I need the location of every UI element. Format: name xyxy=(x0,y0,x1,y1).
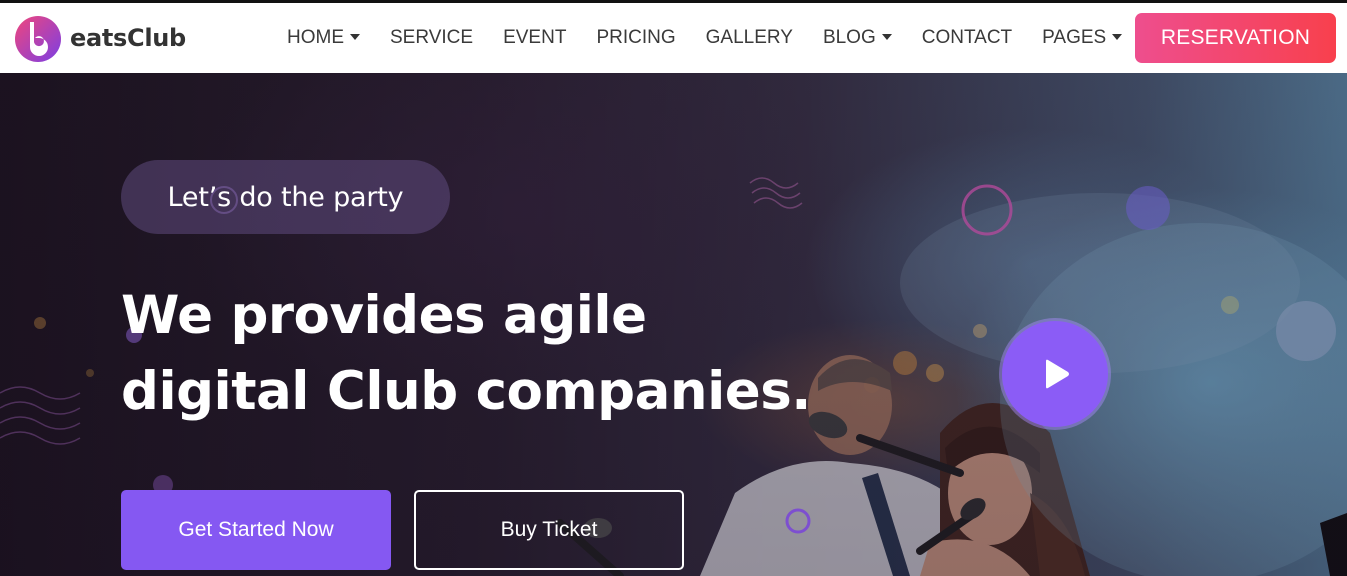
main-nav: HOME SERVICE EVENT PRICING GALLERY BLOG … xyxy=(287,3,1152,73)
brand-name: eatsClub xyxy=(70,24,186,52)
headline-line-1: We provides agile xyxy=(121,285,647,346)
reservation-button[interactable]: RESERVATION xyxy=(1135,13,1336,63)
caret-down-icon xyxy=(881,33,892,40)
nav-label: PRICING xyxy=(596,27,676,48)
nav-label: BLOG xyxy=(822,27,876,48)
hero-section: Let’s do the party We provides agile dig… xyxy=(0,73,1347,576)
b-logo-icon xyxy=(15,16,61,62)
hero-headline: We provides agile digital Club companies… xyxy=(121,278,881,430)
nav-label: HOME xyxy=(287,27,344,48)
buy-ticket-button[interactable]: Buy Ticket xyxy=(414,490,684,570)
caret-down-icon xyxy=(1112,33,1123,40)
nav-item-pricing[interactable]: PRICING xyxy=(596,27,675,49)
nav-label: GALLERY xyxy=(705,27,793,48)
nav-item-home[interactable]: HOME xyxy=(287,27,360,49)
navbar: eatsClub HOME SERVICE EVENT PRICING GALL… xyxy=(0,3,1347,73)
nav-item-event[interactable]: EVENT xyxy=(503,27,566,49)
play-video-button[interactable] xyxy=(1002,321,1108,427)
play-icon xyxy=(1046,359,1069,389)
nav-label: CONTACT xyxy=(921,27,1013,48)
nav-item-contact[interactable]: CONTACT xyxy=(922,27,1012,49)
nav-label: EVENT xyxy=(503,27,567,48)
hero-tagline-pill: Let’s do the party xyxy=(121,160,450,234)
headline-line-2: digital Club companies. xyxy=(121,361,811,422)
nav-item-pages[interactable]: PAGES xyxy=(1042,27,1123,49)
caret-down-icon xyxy=(350,33,360,40)
nav-item-gallery[interactable]: GALLERY xyxy=(706,27,793,49)
get-started-button[interactable]: Get Started Now xyxy=(121,490,391,570)
nav-label: PAGES xyxy=(1042,27,1107,48)
brand-logo[interactable]: eatsClub xyxy=(13,12,186,64)
nav-label: SERVICE xyxy=(390,27,474,48)
nav-item-service[interactable]: SERVICE xyxy=(390,27,473,49)
nav-item-blog[interactable]: BLOG xyxy=(823,27,892,49)
